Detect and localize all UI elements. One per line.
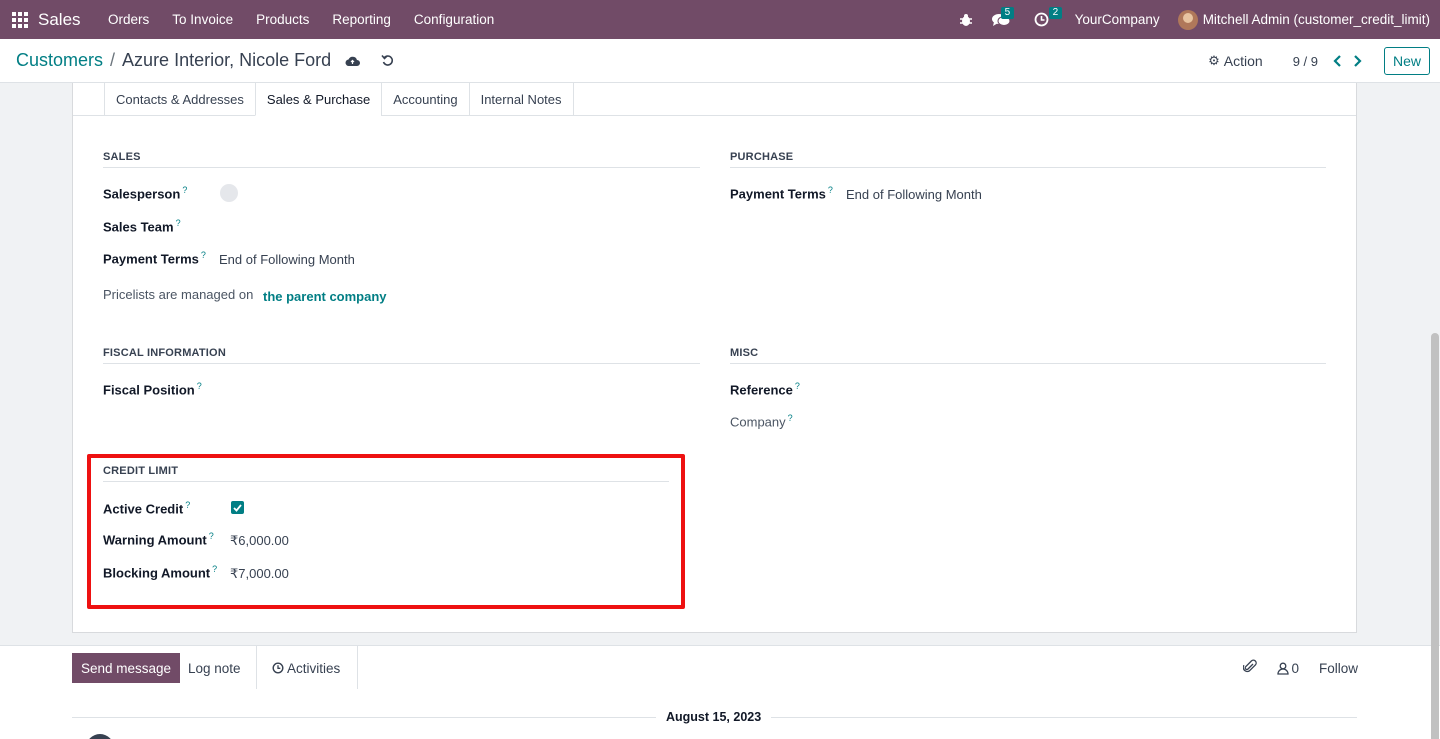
sales-group-title: SALES: [103, 151, 700, 168]
paperclip-icon[interactable]: [1243, 659, 1258, 677]
messages-badge: 5: [1000, 7, 1015, 19]
company-label: Company?: [730, 413, 793, 430]
user-name: Mitchell Admin (customer_credit_limit): [1202, 12, 1430, 27]
reference-label: Reference?: [730, 381, 800, 398]
user-icon: [1277, 662, 1290, 675]
messages-icon[interactable]: 5: [982, 0, 1025, 39]
action-label: Action: [1223, 53, 1263, 69]
tab-accounting[interactable]: Accounting: [381, 83, 470, 116]
send-message-button[interactable]: Send message: [72, 653, 181, 683]
activities-button[interactable]: Activities: [263, 653, 349, 683]
menu-products[interactable]: Products: [245, 0, 321, 39]
menu-orders[interactable]: Orders: [97, 0, 161, 39]
followers-button[interactable]: 0: [1277, 661, 1299, 676]
tab-sales-purchase[interactable]: Sales & Purchase: [254, 83, 383, 116]
apps-menu-icon[interactable]: [2, 0, 38, 39]
follow-button[interactable]: Follow: [1319, 661, 1358, 676]
purchase-group-title: PURCHASE: [730, 151, 1326, 168]
user-menu[interactable]: Mitchell Admin (customer_credit_limit): [1170, 9, 1440, 30]
fiscal-group-title: FISCAL INFORMATION: [103, 347, 700, 364]
menu-reporting[interactable]: Reporting: [321, 0, 403, 39]
salesperson-label: Salesperson?: [103, 185, 188, 202]
pager-next-chevron-icon[interactable]: [1348, 55, 1368, 67]
company-switcher[interactable]: YourCompany: [1065, 12, 1170, 27]
page-scrollbar[interactable]: [1431, 333, 1439, 739]
purchase-payment-terms-value[interactable]: End of Following Month: [846, 187, 982, 202]
parent-company-link[interactable]: the parent company: [263, 289, 387, 304]
salesperson-avatar-placeholder[interactable]: [220, 184, 238, 202]
help-icon: ?: [175, 218, 181, 228]
breadcrumb-current-record: Azure Interior, Nicole Ford: [122, 50, 332, 70]
help-icon: ?: [200, 250, 206, 260]
user-avatar: [1177, 9, 1198, 30]
help-icon: ?: [794, 381, 800, 391]
new-button[interactable]: New: [1383, 47, 1430, 75]
misc-group-title: MISC: [730, 347, 1326, 364]
debug-bug-icon[interactable]: [950, 0, 982, 39]
help-icon: ?: [827, 185, 833, 195]
menu-to-invoice[interactable]: To Invoice: [161, 0, 245, 39]
activities-label: Activities: [287, 660, 341, 676]
menu-configuration[interactable]: Configuration: [402, 0, 505, 39]
purchase-payment-terms-label: Payment Terms?: [730, 185, 833, 202]
pager-value[interactable]: 9 / 9: [1293, 54, 1318, 69]
app-brand[interactable]: Sales: [38, 10, 81, 30]
credit-limit-highlight: [87, 454, 685, 609]
chatter-separator: [256, 646, 257, 690]
gear-icon: ⚙: [1208, 53, 1220, 68]
sales-team-label: Sales Team?: [103, 218, 181, 235]
help-icon: ?: [182, 185, 188, 195]
control-panel: Customers / Azure Interior, Nicole Ford …: [0, 39, 1440, 83]
top-navbar: Sales Orders To Invoice Products Reporti…: [0, 0, 1440, 39]
form-scroll-area[interactable]: Contacts & Addresses Sales & Purchase Ac…: [0, 83, 1440, 739]
save-cloud-icon[interactable]: [345, 55, 361, 67]
fiscal-position-label: Fiscal Position?: [103, 381, 202, 398]
activities-clock-icon[interactable]: 2: [1025, 0, 1065, 39]
activities-badge: 2: [1048, 7, 1063, 19]
tab-internal-notes[interactable]: Internal Notes: [468, 83, 574, 116]
followers-count: 0: [1291, 660, 1299, 676]
discard-undo-icon[interactable]: [381, 54, 394, 67]
breadcrumb: Customers / Azure Interior, Nicole Ford: [16, 50, 331, 71]
chatter-separator: [357, 646, 358, 690]
help-icon: ?: [196, 381, 202, 391]
payment-terms-value[interactable]: End of Following Month: [219, 252, 355, 267]
pricelist-note: Pricelists are managed on: [103, 287, 254, 302]
help-icon: ?: [787, 413, 793, 423]
payment-terms-label: Payment Terms?: [103, 250, 206, 267]
pager-previous-chevron-icon[interactable]: [1328, 55, 1348, 67]
log-note-button[interactable]: Log note: [176, 653, 253, 683]
breadcrumb-customers[interactable]: Customers: [16, 50, 103, 71]
chatter-toolbar: Send message Log note Activities 0 Follo…: [0, 645, 1440, 690]
tab-contacts-addresses[interactable]: Contacts & Addresses: [104, 83, 256, 116]
breadcrumb-separator: /: [110, 50, 116, 70]
clock-icon: [272, 662, 284, 674]
notebook-tabs: Contacts & Addresses Sales & Purchase Ac…: [104, 83, 574, 116]
thread-date: August 15, 2023: [656, 710, 772, 724]
action-button[interactable]: ⚙ Action: [1208, 53, 1263, 69]
